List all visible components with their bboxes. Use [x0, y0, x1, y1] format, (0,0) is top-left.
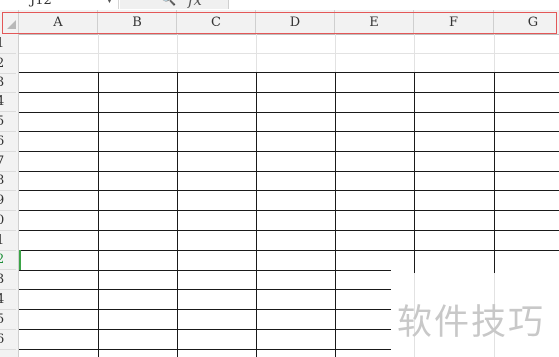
table-border: [19, 131, 559, 132]
row-header[interactable]: 3: [0, 270, 16, 290]
table-border: [335, 72, 336, 357]
row-header[interactable]: 2: [0, 54, 16, 74]
row-header-active[interactable]: 2: [0, 250, 16, 270]
watermark-text: 软件技巧: [397, 303, 546, 343]
table-border: [19, 92, 559, 93]
fx-icon[interactable]: fx: [188, 0, 202, 9]
column-header-a[interactable]: A: [19, 10, 98, 34]
table-border: [414, 72, 415, 273]
table-border: [256, 72, 257, 357]
column-header-c[interactable]: C: [177, 10, 256, 34]
table-border: [98, 72, 99, 357]
row-header[interactable]: 0: [0, 211, 16, 231]
table-border: [19, 210, 559, 211]
row-header[interactable]: 5: [0, 112, 16, 132]
formula-bar: J12 ▼ 🔍 fx: [0, 0, 559, 10]
column-header-d[interactable]: D: [256, 10, 335, 34]
table-border: [19, 112, 559, 113]
table-border: [494, 72, 495, 273]
row-header[interactable]: 5: [0, 310, 16, 330]
row-header[interactable]: 3: [0, 73, 16, 93]
select-all-corner[interactable]: [0, 10, 19, 34]
row-header[interactable]: 4: [0, 92, 16, 112]
gridline: [19, 53, 559, 54]
table-border: [19, 171, 559, 172]
table-border: [19, 72, 559, 73]
name-box[interactable]: J12 ▼: [0, 0, 119, 9]
row-header-bar: 1 2 3 4 5 6 7 8 9 0 1 2 3 4 5 6: [0, 34, 19, 357]
column-header-f[interactable]: F: [414, 10, 494, 34]
column-header-b[interactable]: B: [98, 10, 177, 34]
column-header-e[interactable]: E: [335, 10, 414, 34]
table-border: [19, 230, 559, 231]
table-border: [177, 72, 178, 357]
row-header[interactable]: 1: [0, 34, 16, 54]
row-header[interactable]: 9: [0, 191, 16, 211]
row-header[interactable]: 7: [0, 152, 16, 172]
row-header[interactable]: 4: [0, 290, 16, 310]
row-header[interactable]: 6: [0, 330, 16, 350]
table-border: [19, 190, 559, 191]
column-header-g[interactable]: G: [494, 10, 559, 34]
row-header[interactable]: 1: [0, 231, 16, 251]
table-border: [19, 151, 559, 152]
chevron-down-icon[interactable]: ▼: [106, 0, 113, 9]
select-all-icon: [7, 20, 16, 29]
column-header-bar: A B C D E F G: [0, 10, 559, 35]
row-header[interactable]: 8: [0, 171, 16, 191]
row-header[interactable]: 6: [0, 132, 16, 152]
table-border: [19, 250, 559, 251]
active-cell-indicator: [19, 250, 21, 270]
name-box-value: J12: [30, 0, 52, 8]
search-icon[interactable]: 🔍: [160, 0, 176, 8]
